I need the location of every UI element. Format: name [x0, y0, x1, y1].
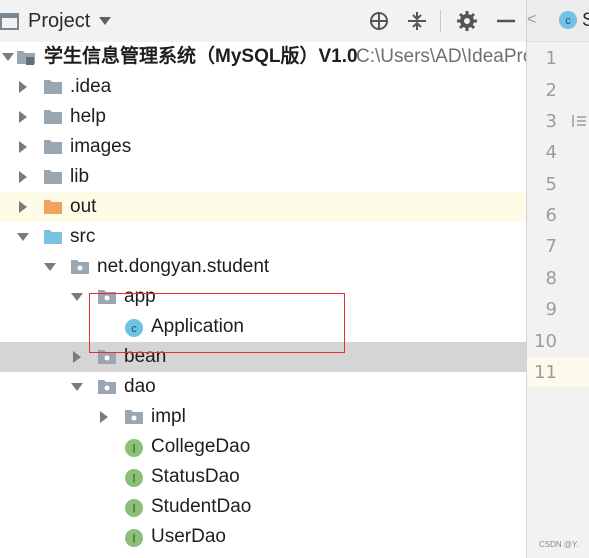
watermark: CSDN @Y.: [539, 540, 579, 549]
interface-icon: I: [125, 529, 143, 547]
annotation-highlight-box: [89, 293, 345, 353]
chevron-down-icon[interactable]: [70, 380, 84, 394]
tree-item-label: src: [70, 226, 96, 247]
chevron-down-icon[interactable]: [1, 50, 15, 64]
tree-item-label: impl: [151, 406, 186, 427]
project-path: C:\Users\AD\IdeaProj: [356, 46, 526, 67]
line-number: 1: [545, 48, 557, 69]
minimize-icon[interactable]: [494, 9, 518, 33]
tree-item-help[interactable]: help: [0, 102, 526, 132]
interface-icon: I: [125, 469, 143, 487]
tree-item-label: net.dongyan.student: [97, 256, 270, 277]
tree-item-impl[interactable]: impl: [0, 402, 526, 432]
line-number: 2: [545, 80, 557, 101]
package-icon: [125, 410, 143, 424]
tree-item-src[interactable]: src: [0, 222, 526, 252]
tree-item-label: out: [70, 196, 97, 217]
chevron-right-icon[interactable]: [70, 350, 84, 364]
tree-item-label: 学生信息管理系统（MySQL版）V1.0: [44, 46, 358, 67]
tree-item-dao[interactable]: dao: [0, 372, 526, 402]
line-number: 6: [545, 205, 557, 226]
tree-item-package[interactable]: net.dongyan.student: [0, 252, 526, 282]
gear-icon[interactable]: [455, 9, 479, 33]
module-folder-icon: [17, 51, 35, 65]
tree-item-user-dao[interactable]: I UserDao: [0, 522, 526, 552]
folder-icon: [44, 80, 62, 94]
editor-tab-bar: < c S: [527, 0, 589, 42]
package-icon: [98, 380, 116, 394]
line-number: 5: [545, 174, 557, 195]
line-number: 10: [534, 331, 557, 352]
line-number: 8: [545, 268, 557, 289]
class-icon: c: [559, 11, 577, 29]
line-number: 3: [545, 111, 557, 132]
tree-item-images[interactable]: images: [0, 132, 526, 162]
svg-text:I: I: [132, 442, 135, 456]
line-number: 9: [545, 299, 557, 320]
window-icon: [0, 13, 19, 30]
tree-item-label: .idea: [70, 76, 112, 97]
tree-item-label: lib: [70, 166, 90, 187]
chevron-down-icon[interactable]: [70, 290, 84, 304]
tree-item-college-dao[interactable]: I CollegeDao: [0, 432, 526, 462]
chevron-right-icon[interactable]: [16, 170, 30, 184]
interface-icon: I: [125, 439, 143, 457]
tree-item-student-dao[interactable]: I StudentDao: [0, 492, 526, 522]
tree-item-label: dao: [124, 376, 156, 397]
svg-text:c: c: [565, 15, 571, 27]
folder-icon: [44, 170, 62, 184]
chevron-down-icon[interactable]: [16, 230, 30, 244]
tree-item-lib[interactable]: lib: [0, 162, 526, 192]
excluded-folder-icon: [44, 200, 62, 214]
line-number: 4: [545, 142, 557, 163]
line-number: 11: [534, 362, 557, 383]
tree-item-label: images: [70, 136, 132, 157]
chevron-down-icon[interactable]: [43, 260, 57, 274]
project-view-title[interactable]: Project: [28, 9, 90, 33]
folder-icon: [44, 140, 62, 154]
package-icon: [71, 260, 89, 274]
tree-item-label: CollegeDao: [151, 436, 251, 457]
svg-text:I: I: [132, 502, 135, 516]
chevron-right-icon[interactable]: [16, 110, 30, 124]
chevron-right-icon[interactable]: [97, 410, 111, 424]
tree-item-label: UserDao: [151, 526, 226, 547]
tree-item-status-dao[interactable]: I StatusDao: [0, 462, 526, 492]
collapse-all-icon[interactable]: [405, 9, 429, 33]
source-folder-icon: [44, 230, 62, 244]
project-toolbar: Project: [0, 0, 526, 42]
project-panel: Project 学生信息管理系统（MySQL版）V1.0 C:\Users\AD…: [0, 0, 526, 558]
folder-icon: [44, 110, 62, 124]
svg-text:I: I: [132, 472, 135, 486]
tree-item-label: StudentDao: [151, 496, 252, 517]
tree-item-idea[interactable]: .idea: [0, 72, 526, 102]
tree-item-label: StatusDao: [151, 466, 240, 487]
toolbar-separator: [440, 10, 441, 32]
chevron-right-icon[interactable]: [16, 140, 30, 154]
locate-icon[interactable]: [367, 9, 391, 33]
fold-marker-icon[interactable]: [570, 112, 588, 130]
svg-text:I: I: [132, 532, 135, 546]
tree-item-out[interactable]: out: [0, 192, 526, 222]
tree-item-label: help: [70, 106, 106, 127]
line-number: 7: [545, 236, 557, 257]
chevron-right-icon[interactable]: [16, 200, 30, 214]
tab-scroll-left-icon[interactable]: <: [527, 11, 536, 29]
interface-icon: I: [125, 499, 143, 517]
editor-tab-label[interactable]: S: [582, 10, 589, 32]
chevron-right-icon[interactable]: [16, 80, 30, 94]
tree-item-root[interactable]: 学生信息管理系统（MySQL版）V1.0 C:\Users\AD\IdeaPro…: [0, 42, 526, 72]
chevron-down-icon[interactable]: [96, 13, 114, 29]
